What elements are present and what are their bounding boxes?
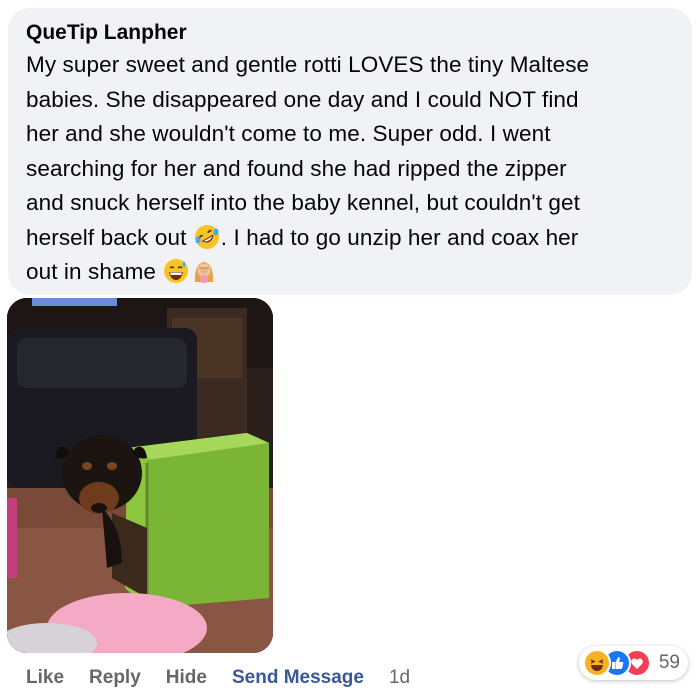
comment-bubble: QueTip Lanpher My super sweet and gentle… bbox=[8, 8, 692, 295]
comment-line: her and she wouldn't come to me. Super o… bbox=[26, 121, 551, 146]
comment-line-part: out in shame bbox=[26, 259, 163, 284]
comment-line: searching for her and found she had ripp… bbox=[26, 155, 567, 181]
reactions-summary[interactable]: 59 bbox=[578, 646, 688, 680]
send-message-button[interactable]: Send Message bbox=[232, 667, 364, 689]
reply-button[interactable]: Reply bbox=[89, 667, 141, 689]
comment-line-part: herself back out bbox=[26, 224, 193, 250]
comment-timestamp[interactable]: 1d bbox=[389, 667, 410, 689]
grinning-sweat-icon bbox=[163, 258, 189, 284]
comment-line: and snuck herself into the baby kennel, … bbox=[26, 190, 581, 215]
hide-button[interactable]: Hide bbox=[166, 667, 207, 689]
comment-actions: Like Reply Hide Send Message 1d bbox=[26, 664, 410, 692]
like-button[interactable]: Like bbox=[26, 667, 64, 689]
woman-facepalming-icon bbox=[191, 258, 217, 284]
comment-line: babies. She disappeared one day and I co… bbox=[26, 86, 579, 112]
comment-photo[interactable] bbox=[7, 298, 273, 653]
reaction-count: 59 bbox=[658, 652, 680, 673]
comment-line: My super sweet and gentle rotti LOVES th… bbox=[26, 52, 590, 77]
comment-line: out in shame bbox=[26, 255, 674, 290]
rolling-on-floor-laughing-icon bbox=[194, 224, 220, 250]
comment-author[interactable]: QueTip Lanpher bbox=[26, 20, 674, 46]
haha-icon bbox=[582, 649, 611, 677]
comment-line-part: . I had to go unzip her and coax her bbox=[220, 224, 579, 250]
comment-text: My super sweet and gentle rotti LOVES th… bbox=[26, 48, 674, 290]
comment-line: herself back out . I had to go unzip her… bbox=[26, 221, 674, 256]
